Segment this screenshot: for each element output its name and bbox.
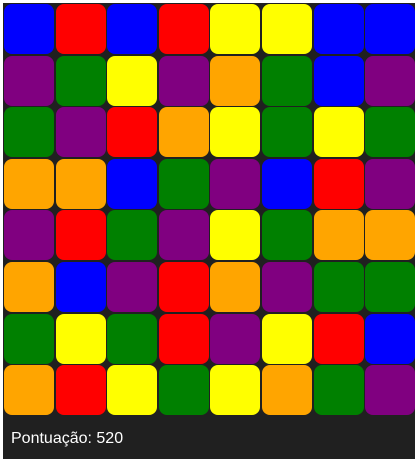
tile-purple[interactable]	[210, 313, 261, 364]
tile-blue[interactable]	[107, 4, 158, 54]
tile-yellow[interactable]	[261, 313, 312, 364]
tile-purple[interactable]	[55, 107, 106, 158]
tile-red[interactable]	[55, 4, 106, 54]
tile-red[interactable]	[158, 261, 209, 312]
tile-red[interactable]	[158, 4, 209, 54]
tile-yellow[interactable]	[107, 365, 158, 416]
tile-green[interactable]	[158, 365, 209, 416]
tile-red[interactable]	[55, 365, 106, 416]
tile-purple[interactable]	[158, 210, 209, 261]
tile-yellow[interactable]	[210, 4, 261, 54]
tile-purple[interactable]	[4, 55, 54, 106]
tile-green[interactable]	[4, 313, 54, 364]
game-board	[3, 3, 416, 419]
tile-purple[interactable]	[365, 55, 416, 106]
tile-orange[interactable]	[313, 210, 364, 261]
tile-yellow[interactable]	[313, 107, 364, 158]
tile-orange[interactable]	[4, 365, 54, 416]
score-label: Pontuação: 520	[11, 430, 124, 447]
tile-orange[interactable]	[210, 261, 261, 312]
tile-green[interactable]	[365, 107, 416, 158]
tile-green[interactable]	[313, 365, 364, 416]
tile-purple[interactable]	[158, 55, 209, 106]
tile-orange[interactable]	[4, 261, 54, 312]
score-bar: Pontuação: 520	[3, 419, 415, 459]
tile-orange[interactable]	[158, 107, 209, 158]
tile-red[interactable]	[158, 313, 209, 364]
tile-blue[interactable]	[261, 158, 312, 209]
tile-green[interactable]	[158, 158, 209, 209]
tile-green[interactable]	[313, 261, 364, 312]
tile-blue[interactable]	[365, 313, 416, 364]
tile-green[interactable]	[261, 210, 312, 261]
tile-red[interactable]	[313, 158, 364, 209]
tile-yellow[interactable]	[210, 365, 261, 416]
tile-green[interactable]	[261, 55, 312, 106]
tile-red[interactable]	[313, 313, 364, 364]
tile-purple[interactable]	[210, 158, 261, 209]
tile-green[interactable]	[4, 107, 54, 158]
tile-purple[interactable]	[365, 158, 416, 209]
tile-purple[interactable]	[107, 261, 158, 312]
tile-purple[interactable]	[261, 261, 312, 312]
tile-blue[interactable]	[4, 4, 54, 54]
tile-orange[interactable]	[55, 158, 106, 209]
tile-yellow[interactable]	[261, 4, 312, 54]
tile-green[interactable]	[107, 313, 158, 364]
tile-blue[interactable]	[365, 4, 416, 54]
tile-purple[interactable]	[4, 210, 54, 261]
tile-blue[interactable]	[55, 261, 106, 312]
tile-yellow[interactable]	[210, 107, 261, 158]
tile-green[interactable]	[55, 55, 106, 106]
tile-blue[interactable]	[313, 55, 364, 106]
tile-orange[interactable]	[365, 210, 416, 261]
tile-orange[interactable]	[210, 55, 261, 106]
game-container: Pontuação: 520	[3, 3, 416, 459]
tile-blue[interactable]	[313, 4, 364, 54]
tile-purple[interactable]	[365, 365, 416, 416]
tile-green[interactable]	[261, 107, 312, 158]
tile-yellow[interactable]	[107, 55, 158, 106]
tile-green[interactable]	[107, 210, 158, 261]
tile-red[interactable]	[107, 107, 158, 158]
tile-green[interactable]	[365, 261, 416, 312]
tile-red[interactable]	[55, 210, 106, 261]
tile-orange[interactable]	[261, 365, 312, 416]
tile-blue[interactable]	[107, 158, 158, 209]
tile-orange[interactable]	[4, 158, 54, 209]
tile-yellow[interactable]	[55, 313, 106, 364]
tile-yellow[interactable]	[210, 210, 261, 261]
